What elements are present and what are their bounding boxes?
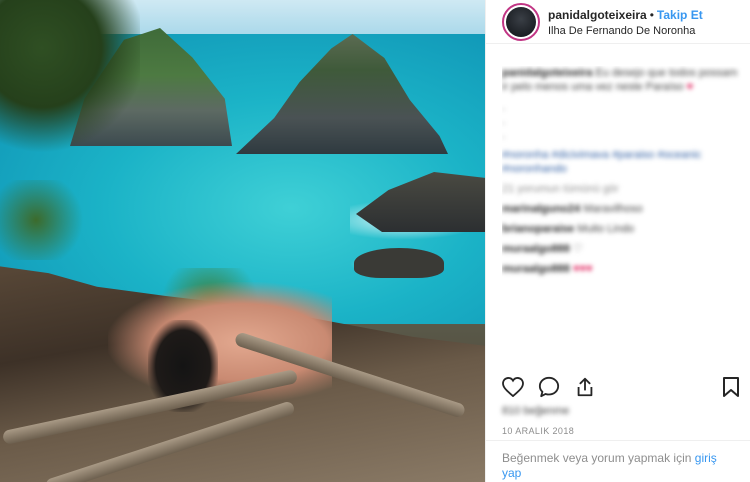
comment-item: marinalguno24 Maravilhoso [502, 202, 742, 216]
location-link[interactable]: Ilha De Fernando De Noronha [548, 25, 703, 39]
speech-bubble-icon[interactable] [538, 376, 560, 398]
follow-button[interactable]: Takip Et [657, 8, 703, 22]
caption-dot: . [502, 101, 506, 113]
login-prompt: Beğenmek veya yorum yapmak için giriş ya… [486, 440, 750, 482]
tree [0, 0, 140, 160]
heart-outline-icon[interactable] [502, 376, 524, 398]
comment-text: ♥♥♥ [572, 263, 593, 275]
caption-dot: . [502, 115, 506, 127]
comment-text: Maravilhoso [583, 203, 643, 215]
action-bar [502, 374, 742, 400]
post-date[interactable]: 10 ARALIK 2018 [502, 426, 574, 436]
post-sidebar: panidalgoteixeira • Takip Et Ilha De Ferna… [485, 0, 750, 482]
comment-item: muraalgo888 ♥♥♥ [502, 262, 742, 276]
likes-count[interactable]: 810 beğenme [502, 404, 702, 420]
caption-dot: . [502, 129, 506, 141]
comment-username[interactable]: brianoparaise [502, 223, 574, 235]
comment-text: ♡ [572, 243, 583, 255]
comment-username[interactable]: marinalguno24 [502, 203, 580, 215]
post-photo[interactable] [0, 0, 485, 482]
islet [354, 248, 444, 278]
tree [0, 180, 90, 260]
avatar[interactable] [502, 2, 540, 41]
share-icon[interactable] [574, 376, 596, 398]
header-text: panidalgoteixeira • Takip Et Ilha De Ferna… [548, 5, 703, 39]
caption: panidalgoteixeira Eu desejo que todos po… [502, 66, 742, 94]
comments-area: panidalgoteixeira Eu desejo que todos po… [502, 66, 742, 366]
login-prompt-text: Beğenmek veya yorum yapmak için [502, 451, 692, 465]
separator-dot: • [649, 7, 654, 22]
comment-item: brianoparaise Muito Lindo [502, 222, 742, 236]
hashtags[interactable]: #noronha #dicivimava #paraiso #oceanic #… [502, 148, 742, 176]
caption-username[interactable]: panidalgoteixeira [502, 67, 592, 79]
comment-item: muraalgo888 ♡ [502, 242, 742, 256]
username-link[interactable]: panidalgoteixeira [548, 8, 647, 22]
view-comments-link[interactable]: 21 yorumun tümünü gör [502, 182, 742, 196]
post-header: panidalgoteixeira • Takip Et Ilha De Ferna… [486, 0, 750, 44]
bookmark-icon[interactable] [720, 376, 742, 398]
comment-username[interactable]: muraalgo888 [502, 263, 570, 275]
comment-text: Muito Lindo [577, 223, 635, 235]
comment-username[interactable]: muraalgo888 [502, 243, 570, 255]
caption-heart: ♥ [686, 81, 694, 93]
